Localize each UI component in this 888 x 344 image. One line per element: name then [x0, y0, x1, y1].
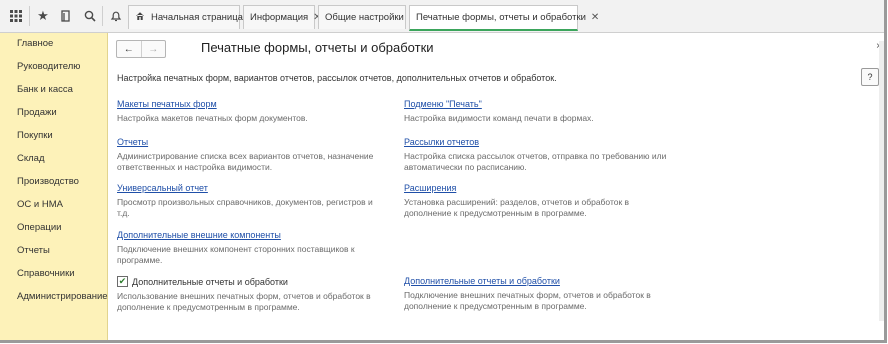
tab-home[interactable]: Начальная страница: [128, 5, 243, 29]
additional-reports-checkbox-label[interactable]: Дополнительные отчеты и обработки: [132, 277, 288, 287]
sections-sidebar: Главное Руководителю Банк и касса Продаж…: [0, 33, 108, 340]
bell-icon[interactable]: [107, 7, 125, 25]
report-mailings-hint: Настройка списка рассылок отчетов, отпра…: [404, 151, 667, 172]
print-submenu-link[interactable]: Подменю "Печать": [404, 99, 674, 109]
sidebar-item-warehouse[interactable]: Склад: [17, 153, 45, 164]
tab-close-icon[interactable]: ✕: [591, 12, 599, 23]
scrollbar[interactable]: [879, 41, 884, 321]
external-components-item: Дополнительные внешние компоненты Подклю…: [117, 230, 367, 265]
print-submenu-item: Подменю "Печать" Настройка видимости ком…: [404, 99, 674, 124]
help-button[interactable]: ?: [861, 68, 879, 86]
print-templates-link[interactable]: Макеты печатных форм: [117, 99, 387, 109]
universal-report-hint: Просмотр произвольных справочников, доку…: [117, 197, 373, 218]
forward-button[interactable]: →: [140, 41, 166, 57]
external-components-hint: Подключение внешних компонент сторонних …: [117, 244, 355, 265]
sidebar-item-reports[interactable]: Отчеты: [17, 245, 50, 256]
tab-print-forms[interactable]: Печатные формы, отчеты и обработки ✕: [409, 5, 599, 31]
reports-link[interactable]: Отчеты: [117, 137, 387, 147]
extensions-link[interactable]: Расширения: [404, 183, 674, 193]
sidebar-item-sales[interactable]: Продажи: [17, 107, 57, 118]
tab-label: Общие настройки: [325, 12, 404, 23]
sidebar-item-production[interactable]: Производство: [17, 176, 79, 187]
back-button[interactable]: ←: [117, 41, 141, 57]
history-nav: ← →: [116, 40, 166, 58]
toolbar-divider: [102, 6, 103, 26]
top-tab-bar: ★ Начальная страница Информация ✕ Общие …: [0, 0, 884, 33]
history-icon[interactable]: [57, 7, 75, 25]
tab-label: Печатные формы, отчеты и обработки: [416, 12, 586, 23]
additional-reports-checkbox-row[interactable]: ✔ Дополнительные отчеты и обработки: [117, 276, 387, 287]
search-icon[interactable]: [81, 7, 99, 25]
report-mailings-item: Рассылки отчетов Настройка списка рассыл…: [404, 137, 674, 172]
universal-report-item: Универсальный отчет Просмотр произвольны…: [117, 183, 387, 218]
additional-reports-hint: Подключение внешних печатных форм, отчет…: [404, 290, 651, 311]
toolbar-divider: [29, 6, 30, 26]
sidebar-item-manager[interactable]: Руководителю: [17, 61, 80, 72]
additional-reports-item: Дополнительные отчеты и обработки Подклю…: [404, 276, 674, 311]
app-window: ★ Начальная страница Информация ✕ Общие …: [0, 0, 887, 343]
sidebar-item-catalogs[interactable]: Справочники: [17, 268, 75, 279]
extensions-hint: Установка расширений: разделов, отчетов …: [404, 197, 630, 218]
additional-reports-link[interactable]: Дополнительные отчеты и обработки: [404, 276, 674, 286]
additional-reports-option: ✔ Дополнительные отчеты и обработки Испо…: [117, 276, 387, 312]
print-submenu-hint: Настройка видимости команд печати в форм…: [404, 113, 594, 123]
additional-reports-checkbox-hint: Использование внешних печатных форм, отч…: [117, 291, 371, 312]
tab-label: Начальная страница: [151, 12, 243, 23]
star-icon[interactable]: ★: [34, 7, 52, 25]
apps-grid-icon[interactable]: [7, 7, 25, 25]
main-panel: ← → Печатные формы, отчеты и обработки ×…: [108, 33, 884, 340]
tab-label: Информация: [250, 12, 309, 23]
universal-report-link[interactable]: Универсальный отчет: [117, 183, 387, 193]
home-icon: [135, 11, 145, 24]
page-title: Печатные формы, отчеты и обработки: [201, 40, 434, 55]
reports-hint: Администрирование списка всех вариантов …: [117, 151, 374, 172]
sidebar-item-administration[interactable]: Администрирование: [17, 291, 108, 302]
reports-item: Отчеты Администрирование списка всех вар…: [117, 137, 387, 172]
page-description: Настройка печатных форм, вариантов отчет…: [117, 73, 557, 83]
sidebar-item-purchases[interactable]: Покупки: [17, 130, 53, 141]
sidebar-item-bank[interactable]: Банк и касса: [17, 84, 73, 95]
additional-reports-checkbox[interactable]: ✔: [117, 276, 128, 287]
sidebar-item-operations[interactable]: Операции: [17, 222, 61, 233]
external-components-link[interactable]: Дополнительные внешние компоненты: [117, 230, 367, 240]
print-templates-item: Макеты печатных форм Настройка макетов п…: [117, 99, 387, 124]
sidebar-item-fixed-assets[interactable]: ОС и НМА: [17, 199, 63, 210]
print-templates-hint: Настройка макетов печатных форм документ…: [117, 113, 308, 123]
report-mailings-link[interactable]: Рассылки отчетов: [404, 137, 674, 147]
sidebar-item-main[interactable]: Главное: [17, 38, 53, 49]
tab-general-settings[interactable]: Общие настройки ✕: [318, 5, 417, 29]
extensions-item: Расширения Установка расширений: раздело…: [404, 183, 674, 218]
tab-information[interactable]: Информация ✕: [243, 5, 322, 29]
